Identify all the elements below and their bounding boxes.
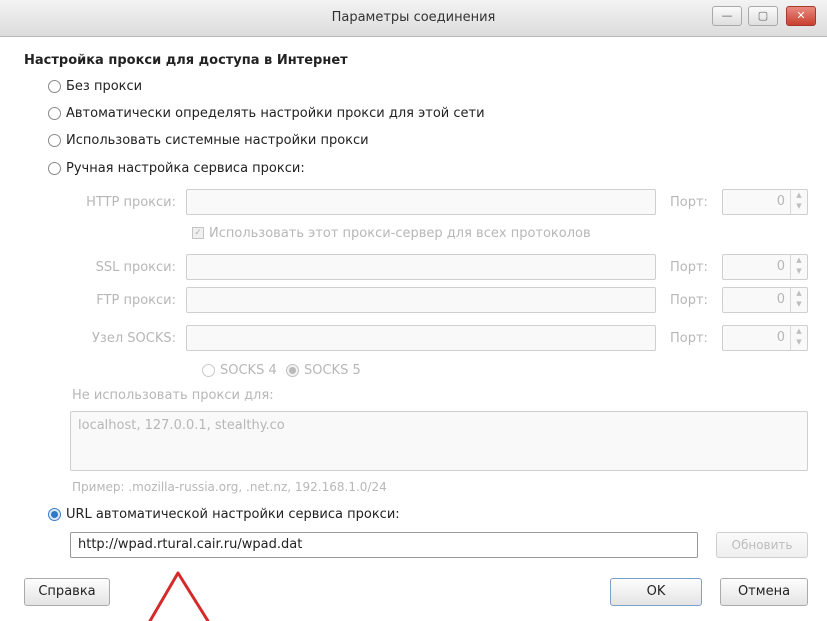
annotation-arrow-icon xyxy=(148,571,210,621)
